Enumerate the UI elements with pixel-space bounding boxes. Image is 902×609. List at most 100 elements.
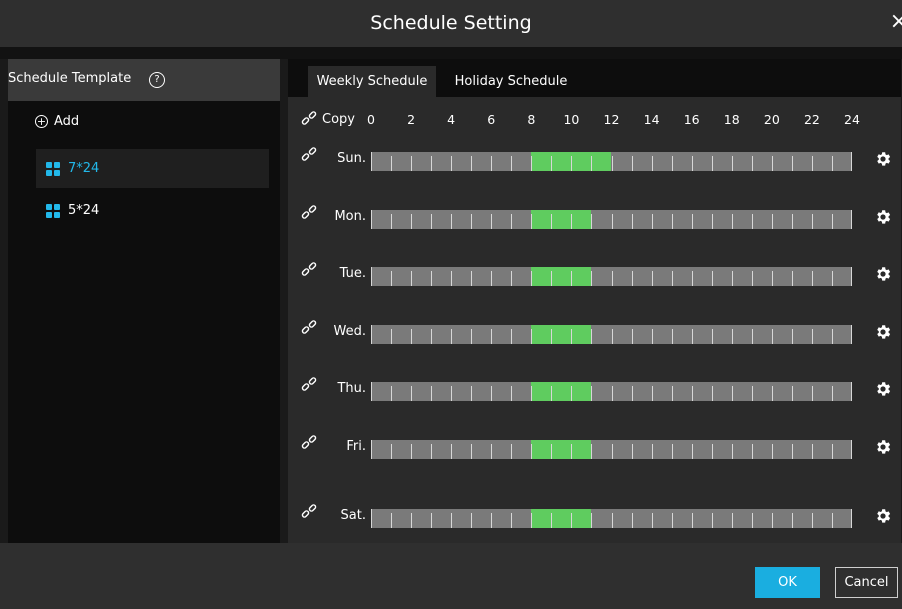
day-schedule-bar[interactable]: [371, 325, 852, 344]
hour-cell-divider: [491, 156, 493, 171]
bar-edge: [371, 382, 372, 401]
hour-cell-divider: [511, 329, 513, 344]
hour-cell-divider: [691, 444, 693, 459]
copy-day-link-icon[interactable]: [300, 320, 318, 338]
copy-day-link-icon[interactable]: [300, 147, 318, 165]
hour-cell-divider: [611, 214, 613, 229]
bar-edge: [851, 267, 852, 286]
hour-cell-divider: [491, 329, 493, 344]
titlebar-divider: [0, 47, 902, 59]
active-time-segment[interactable]: [531, 267, 592, 286]
copy-day-link-icon[interactable]: [300, 377, 318, 395]
active-time-segment[interactable]: [531, 382, 592, 401]
hour-cell-divider: [611, 329, 613, 344]
hour-cell-divider: [511, 156, 513, 171]
hour-cell-divider: [391, 329, 393, 344]
tab-holiday-schedule[interactable]: Holiday Schedule: [451, 66, 571, 97]
hour-cell-divider: [791, 214, 793, 229]
hour-cell-divider: [631, 156, 633, 171]
gear-icon[interactable]: [874, 380, 892, 398]
hour-cell-divider: [771, 271, 773, 286]
hour-cell-divider: [651, 513, 653, 528]
copy-day-link-icon[interactable]: [300, 504, 318, 522]
hour-cell-divider: [831, 329, 833, 344]
cancel-button[interactable]: Cancel: [835, 567, 898, 598]
day-label: Tue.: [339, 266, 366, 281]
template-item-7x24[interactable]: 7*24: [36, 149, 269, 188]
hour-cell-divider: [831, 513, 833, 528]
day-schedule-bar[interactable]: [371, 152, 852, 171]
hour-tick-label: 16: [683, 112, 700, 127]
hour-cell-divider: [411, 444, 413, 459]
gear-icon[interactable]: [874, 507, 892, 525]
hour-cell-divider: [691, 513, 693, 528]
hour-cell-divider: [691, 329, 693, 344]
day-schedule-bar[interactable]: [371, 509, 852, 528]
hour-cell-divider: [591, 513, 593, 528]
hour-cell-divider: [471, 444, 473, 459]
template-item-5x24[interactable]: 5*24: [36, 191, 269, 230]
close-icon[interactable]: ×: [890, 8, 902, 36]
hour-cell-divider: [551, 386, 553, 401]
gear-icon[interactable]: [874, 150, 892, 168]
hour-tick-label: 20: [763, 112, 780, 127]
hour-cell-divider: [751, 444, 753, 459]
grid-icon: [46, 161, 60, 176]
day-schedule-bar[interactable]: [371, 440, 852, 459]
hour-cell-divider: [671, 329, 673, 344]
hour-cell-divider: [631, 444, 633, 459]
day-schedule-bar[interactable]: [371, 210, 852, 229]
hour-cell-divider: [691, 214, 693, 229]
hour-cell-divider: [651, 329, 653, 344]
day-label: Fri.: [346, 439, 366, 454]
ok-button[interactable]: OK: [755, 567, 820, 598]
active-time-segment[interactable]: [531, 325, 592, 344]
gear-icon[interactable]: [874, 323, 892, 341]
hour-cell-divider: [771, 156, 773, 171]
help-icon[interactable]: ?: [149, 72, 165, 88]
hour-cell-divider: [531, 271, 533, 286]
hour-cell-divider: [411, 214, 413, 229]
hour-cell-divider: [591, 214, 593, 229]
hour-cell-divider: [711, 386, 713, 401]
hour-cell-divider: [631, 513, 633, 528]
hour-cell-divider: [531, 444, 533, 459]
hour-cell-divider: [391, 271, 393, 286]
hour-cell-divider: [771, 329, 773, 344]
add-template-button[interactable]: + Add: [35, 110, 79, 132]
bar-edge: [371, 325, 372, 344]
tab-weekly-schedule[interactable]: Weekly Schedule: [308, 66, 436, 97]
bar-edge: [371, 440, 372, 459]
copy-link-icon[interactable]: [300, 111, 318, 129]
active-time-segment[interactable]: [531, 509, 592, 528]
gear-icon[interactable]: [874, 208, 892, 226]
hour-cell-divider: [651, 214, 653, 229]
hour-tick-label: 8: [527, 112, 536, 127]
hour-cell-divider: [451, 329, 453, 344]
hour-cell-divider: [391, 386, 393, 401]
gear-icon[interactable]: [874, 438, 892, 456]
hour-cell-divider: [451, 156, 453, 171]
gear-icon[interactable]: [874, 265, 892, 283]
hour-cell-divider: [711, 271, 713, 286]
day-schedule-bar[interactable]: [371, 382, 852, 401]
copy-day-link-icon[interactable]: [300, 435, 318, 453]
hour-cell-divider: [631, 214, 633, 229]
copy-day-link-icon[interactable]: [300, 205, 318, 223]
hour-cell-divider: [551, 513, 553, 528]
day-schedule-bar[interactable]: [371, 267, 852, 286]
grid-icon: [46, 203, 60, 218]
hour-cell-divider: [811, 156, 813, 171]
hour-cell-divider: [571, 329, 573, 344]
hour-tick-label: 2: [407, 112, 416, 127]
bar-edge: [851, 152, 852, 171]
hour-cell-divider: [511, 271, 513, 286]
active-time-segment[interactable]: [531, 440, 592, 459]
hour-cell-divider: [591, 386, 593, 401]
hour-cell-divider: [471, 156, 473, 171]
hour-cell-divider: [651, 156, 653, 171]
copy-day-link-icon[interactable]: [300, 262, 318, 280]
active-time-segment[interactable]: [531, 210, 592, 229]
hour-cell-divider: [451, 386, 453, 401]
hour-tick-label: 18: [723, 112, 740, 127]
